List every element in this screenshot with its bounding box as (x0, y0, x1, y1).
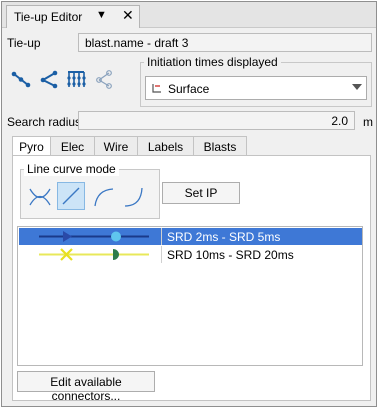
connector-end-marker (113, 249, 120, 260)
share-connect-icon[interactable] (93, 68, 115, 90)
list-item[interactable]: SRD 2ms - SRD 5ms (19, 228, 362, 245)
fan-connect-icon[interactable] (38, 68, 60, 90)
tieup-name-field: blast.name - draft 3 (78, 33, 372, 52)
tab-blasts[interactable]: Blasts (193, 136, 247, 156)
tab-tieup-editor[interactable]: Tie-up Editor ▼ ✕ (6, 5, 140, 28)
initiation-times-select[interactable]: Surface (145, 76, 367, 100)
document-tab-bar: Tie-up Editor ▼ ✕ (2, 2, 376, 28)
initiation-times-title: Initiation times displayed (144, 55, 281, 69)
s-curve-icon[interactable] (120, 183, 148, 211)
search-radius-input[interactable]: 2.0 (78, 111, 355, 130)
tab-wire[interactable]: Wire (94, 136, 138, 156)
search-radius-unit: m (363, 115, 373, 129)
grid-connect-icon[interactable] (65, 68, 87, 90)
tab-labels[interactable]: Labels (137, 136, 194, 156)
connector-swatch (19, 228, 161, 245)
connector-label: SRD 10ms - SRD 20ms (167, 248, 294, 262)
tieup-editor-panel: Tie-up Editor ▼ ✕ Tie-up blast.name - dr… (1, 1, 377, 407)
tab-elec[interactable]: Elec (50, 136, 95, 156)
close-x-icon[interactable]: ✕ (122, 7, 134, 24)
cross-curve-icon[interactable] (26, 183, 54, 211)
connectors-list[interactable]: SRD 2ms - SRD 5ms SRD 10ms - SRD 20ms (17, 226, 363, 366)
straight-line-icon[interactable] (57, 182, 85, 210)
search-radius-label: Search radius (7, 115, 82, 129)
connector-start-marker (63, 231, 72, 242)
list-item[interactable]: SRD 10ms - SRD 20ms (19, 246, 362, 263)
tab-title: Tie-up Editor (14, 10, 83, 24)
initiation-selected-value: Surface (168, 82, 210, 96)
connect-line-icon[interactable] (10, 68, 32, 90)
arc-curve-icon[interactable] (90, 183, 118, 211)
connector-label: SRD 2ms - SRD 5ms (167, 230, 281, 244)
column-divider (161, 246, 162, 263)
tab-pyro[interactable]: Pyro (12, 136, 51, 157)
surface-layer-icon (151, 82, 163, 94)
dropdown-arrow-icon[interactable]: ▼ (96, 9, 107, 21)
connector-end-marker (111, 231, 121, 242)
chevron-down-icon[interactable] (352, 84, 362, 90)
column-divider (161, 228, 162, 245)
tieup-label: Tie-up (7, 36, 41, 50)
set-ip-button[interactable]: Set IP (162, 182, 240, 204)
line-curve-mode-title: Line curve mode (24, 162, 119, 176)
connector-swatch (19, 246, 161, 263)
edit-connectors-button[interactable]: Edit available connectors... (17, 371, 155, 403)
